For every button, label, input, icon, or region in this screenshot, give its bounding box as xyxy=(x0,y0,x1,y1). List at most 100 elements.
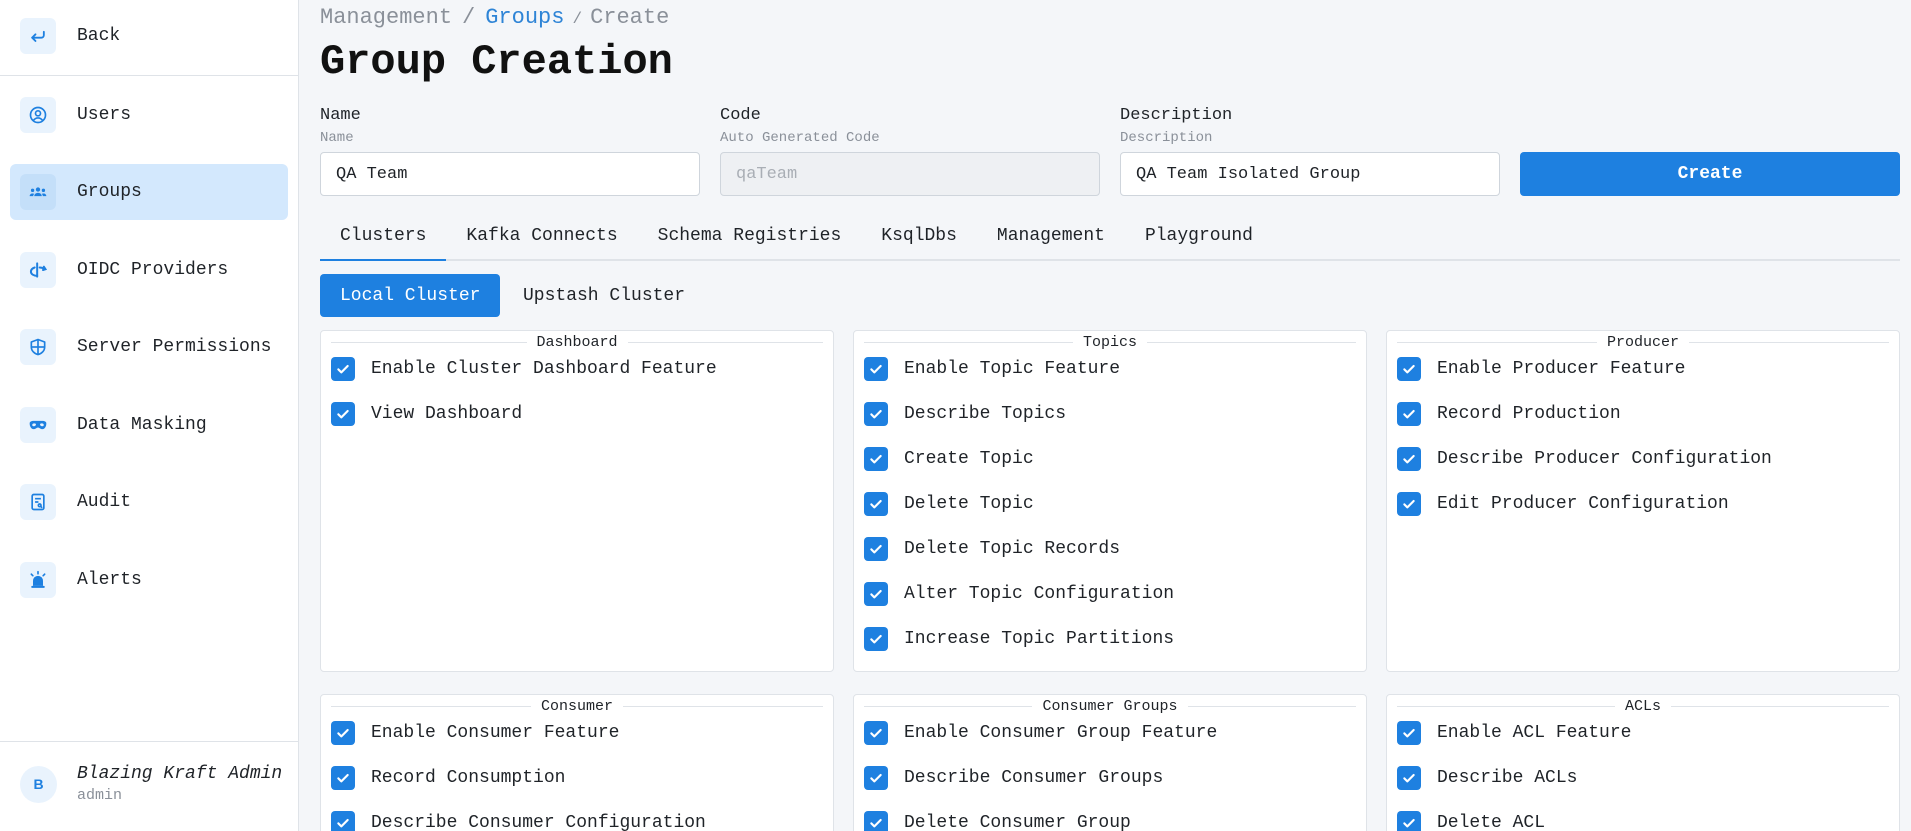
permission-item[interactable]: Increase Topic Partitions xyxy=(864,626,1174,652)
permission-label: Delete Topic Records xyxy=(904,539,1121,559)
tab-schema-registries[interactable]: Schema Registries xyxy=(638,220,862,261)
sidebar-item-label: Users xyxy=(77,105,132,125)
checkbox-checked-icon[interactable] xyxy=(1397,721,1421,745)
sidebar-item-groups[interactable]: Groups xyxy=(10,164,288,220)
tab-kafka-connects[interactable]: Kafka Connects xyxy=(446,220,637,261)
code-sublabel: Auto Generated Code xyxy=(720,130,880,146)
sidebar-item-data-masking[interactable]: Data Masking xyxy=(10,397,288,453)
arrow-back-icon xyxy=(20,18,56,54)
checkbox-checked-icon[interactable] xyxy=(864,357,888,381)
permission-label: Describe ACLs xyxy=(1437,768,1578,788)
permission-item[interactable]: Describe Producer Configuration xyxy=(1397,446,1772,472)
avatar: B xyxy=(20,765,57,803)
permission-item[interactable]: Enable ACL Feature xyxy=(1397,720,1631,746)
sidebar-item-server-permissions[interactable]: Server Permissions xyxy=(10,319,288,375)
permission-item[interactable]: Record Production xyxy=(1397,401,1621,427)
sidebar-item-label: Audit xyxy=(77,492,132,512)
permission-item[interactable]: Describe Consumer Groups xyxy=(864,765,1163,791)
permission-item[interactable]: Describe Topics xyxy=(864,401,1066,427)
user-circle-icon xyxy=(20,97,56,133)
permission-label: Record Consumption xyxy=(371,768,566,788)
checkbox-checked-icon[interactable] xyxy=(864,402,888,426)
panel-title: Consumer Groups xyxy=(1042,697,1178,715)
name-input[interactable] xyxy=(320,152,700,196)
users-group-icon xyxy=(20,174,56,210)
checkbox-checked-icon[interactable] xyxy=(864,582,888,606)
checkbox-checked-icon[interactable] xyxy=(864,447,888,471)
permission-item[interactable]: Delete Topic xyxy=(864,491,1034,517)
shield-icon xyxy=(20,329,56,365)
permission-item[interactable]: Describe Consumer Configuration xyxy=(331,810,706,831)
permission-item[interactable]: Enable Cluster Dashboard Feature xyxy=(331,356,717,382)
code-field-group: Code Auto Generated Code xyxy=(720,106,1100,196)
page-title: Group Creation xyxy=(320,38,673,86)
checkbox-checked-icon[interactable] xyxy=(1397,492,1421,516)
checkbox-checked-icon[interactable] xyxy=(331,357,355,381)
description-input[interactable] xyxy=(1120,152,1500,196)
permission-item[interactable]: Enable Producer Feature xyxy=(1397,356,1685,382)
permission-label: Describe Topics xyxy=(904,404,1067,424)
user-role: admin xyxy=(77,787,123,804)
create-button[interactable]: Create xyxy=(1520,152,1900,196)
tab-clusters[interactable]: Clusters xyxy=(320,220,447,261)
permission-item[interactable]: View Dashboard xyxy=(331,401,522,427)
panel-title: ACLs xyxy=(1625,697,1662,715)
checkbox-checked-icon[interactable] xyxy=(864,492,888,516)
permission-item[interactable]: Alter Topic Configuration xyxy=(864,581,1174,607)
permission-item[interactable]: Delete ACL xyxy=(1397,810,1545,831)
openid-icon xyxy=(20,252,56,288)
sidebar-item-alerts[interactable]: Alerts xyxy=(10,552,288,608)
tab-playground[interactable]: Playground xyxy=(1125,220,1273,261)
sidebar-item-oidc-providers[interactable]: OIDC Providers xyxy=(10,242,288,298)
permission-label: Create Topic xyxy=(904,449,1034,469)
tab-ksqldbs[interactable]: KsqlDbs xyxy=(861,220,977,261)
checkbox-checked-icon[interactable] xyxy=(1397,447,1421,471)
permission-item[interactable]: Enable Consumer Feature xyxy=(331,720,619,746)
checkbox-checked-icon[interactable] xyxy=(331,721,355,745)
checkbox-checked-icon[interactable] xyxy=(331,766,355,790)
checkbox-checked-icon[interactable] xyxy=(864,811,888,831)
permission-item[interactable]: Edit Producer Configuration xyxy=(1397,491,1729,517)
permission-tabs: Clusters Kafka Connects Schema Registrie… xyxy=(320,220,1900,261)
permission-label: Delete Consumer Group xyxy=(904,813,1131,831)
permission-label: Enable Producer Feature xyxy=(1437,359,1686,379)
sidebar-item-label: Alerts xyxy=(77,570,142,590)
sidebar-divider xyxy=(0,75,299,76)
permission-item[interactable]: Enable Topic Feature xyxy=(864,356,1120,382)
checkbox-checked-icon[interactable] xyxy=(331,402,355,426)
permission-label: View Dashboard xyxy=(371,404,523,424)
checkbox-checked-icon[interactable] xyxy=(864,627,888,651)
permission-item[interactable]: Describe ACLs xyxy=(1397,765,1577,791)
permission-item[interactable]: Create Topic xyxy=(864,446,1034,472)
permission-label: Increase Topic Partitions xyxy=(904,629,1175,649)
breadcrumb: Management / Groups / Create xyxy=(320,5,669,30)
user-profile[interactable]: B Blazing Kraft Admin admin xyxy=(20,762,282,806)
permission-item[interactable]: Delete Topic Records xyxy=(864,536,1120,562)
sidebar-item-audit[interactable]: Audit xyxy=(10,474,288,530)
description-label: Description xyxy=(1120,106,1233,125)
name-field-group: Name Name xyxy=(320,106,700,196)
checkbox-checked-icon[interactable] xyxy=(1397,357,1421,381)
sidebar-item-label: OIDC Providers xyxy=(77,260,229,280)
cluster-tab-upstash[interactable]: Upstash Cluster xyxy=(503,274,705,317)
description-field-group: Description Description xyxy=(1120,106,1500,196)
sidebar-item-users[interactable]: Users xyxy=(10,87,288,143)
checkbox-checked-icon[interactable] xyxy=(1397,402,1421,426)
tab-management[interactable]: Management xyxy=(977,220,1125,261)
permission-label: Describe Consumer Configuration xyxy=(371,813,706,831)
permission-item[interactable]: Delete Consumer Group xyxy=(864,810,1131,831)
checkbox-checked-icon[interactable] xyxy=(331,811,355,831)
permission-item[interactable]: Record Consumption xyxy=(331,765,565,791)
sidebar-item-label: Server Permissions xyxy=(77,337,272,357)
checkbox-checked-icon[interactable] xyxy=(864,766,888,790)
description-sublabel: Description xyxy=(1120,130,1213,146)
permission-label: Edit Producer Configuration xyxy=(1437,494,1729,514)
checkbox-checked-icon[interactable] xyxy=(864,537,888,561)
permission-item[interactable]: Enable Consumer Group Feature xyxy=(864,720,1217,746)
checkbox-checked-icon[interactable] xyxy=(1397,766,1421,790)
breadcrumb-groups-link[interactable]: Groups xyxy=(485,5,564,30)
cluster-tab-local[interactable]: Local Cluster xyxy=(320,274,501,317)
checkbox-checked-icon[interactable] xyxy=(1397,811,1421,831)
checkbox-checked-icon[interactable] xyxy=(864,721,888,745)
back-button[interactable]: Back xyxy=(10,8,288,64)
